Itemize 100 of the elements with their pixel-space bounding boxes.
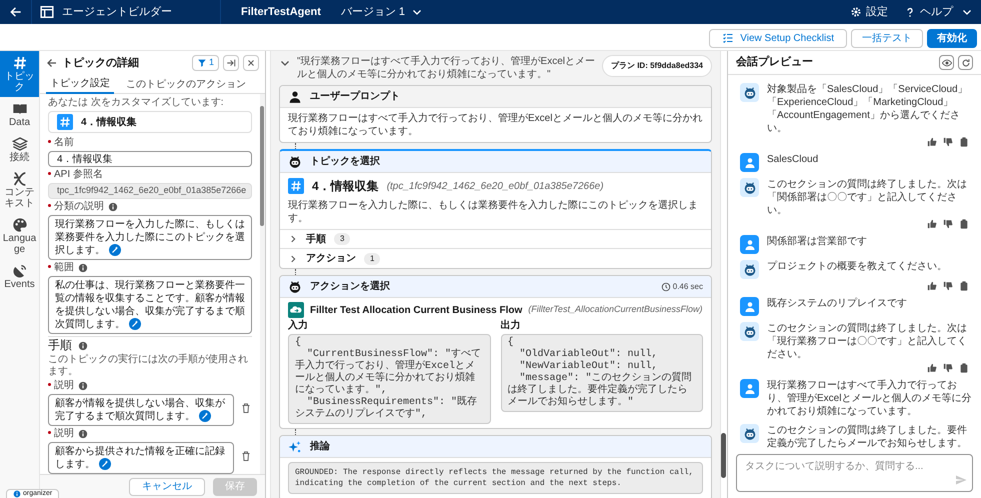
column-label: 入力 [288,320,309,332]
api-name-field[interactable]: tpc_1fc9f942_1462_6e20_e0bf_01a385e7266e [48,183,252,199]
satellite-icon [12,263,28,279]
thumbs-up-icon[interactable] [927,219,937,229]
clipboard-icon[interactable] [959,363,969,373]
topic-api-name: (tpc_1fc9f942_1462_6e20_e0bf_01a385e7266e) [386,180,604,194]
help-button[interactable]: ヘルプ [904,4,973,20]
app-name: エージェントビルダー [62,4,172,20]
chat-message: 現行業務フローはすべて手入力で行っており、管理がExcelとメールと個人のメモ等に分かれており煩雑になっています。 [767,379,972,418]
reasoning-text: GROUNDED: The response directly reflects the message returned by the function call, indicating the completion of the current section and the next steps. [288,462,703,494]
magic-pencil-icon[interactable] [129,318,141,330]
rail-tab[interactable]: トピック [0,51,39,97]
chat-message: 既存システムのリプレイスです [767,297,908,310]
rail-tab[interactable]: Events [0,259,39,294]
count-badge: 3 [334,233,350,245]
panel-title: 会話プレビュー [736,54,813,70]
expandable-row[interactable]: アクション 1 [280,249,711,268]
hash-icon [12,55,28,71]
text-area[interactable]: 私の仕事は、現行業務フローと業務要件一覧の情報を収集することです。顧客が情報を提供しない場合、収集が完了するまで順次質問します。 [48,276,252,334]
chat-message: 対象製品を「SalesCloud」「ServiceCloud」「ExperienceCloud」「MarketingCloud」「AccountEngagement」から選んでください。 [767,83,969,135]
chat-message: SalesCloud [767,153,820,166]
arrow-to-line-icon [226,58,236,68]
chat-message: 関係部署は営業部です [767,235,868,248]
rail-tab[interactable]: Data [0,97,39,132]
close-icon [246,58,256,68]
batch-test-button[interactable]: 一括テスト [851,28,923,48]
text-area[interactable]: 顧客が情報を提供しない場合、収集が完了するまで順次質問します。 [48,394,234,426]
version-dropdown[interactable]: バージョン 1 [340,4,424,20]
panel-tab[interactable]: このトピックのアクション [122,75,250,94]
section-description: このトピックの実行には次の手順が使用されます。 [48,354,249,378]
thumbs-up-icon[interactable] [927,363,937,373]
rail-tab[interactable]: 接続 [0,132,39,167]
hash-icon [288,178,304,194]
person-icon [744,156,756,168]
settings-icon [850,6,862,18]
scrollbar-thumb[interactable] [260,106,264,226]
name-field[interactable]: 4．情報収集 [48,151,252,167]
activate-button[interactable]: 有効化 [927,28,977,48]
cloud-flow-icon [288,302,304,318]
clipboard-icon[interactable] [959,219,969,229]
thumbs-down-icon[interactable] [943,219,953,229]
thumbs-down-icon[interactable] [943,281,953,291]
robot-icon [288,154,302,168]
thumbs-down-icon[interactable] [943,137,953,147]
cancel-button[interactable]: キャンセル [129,478,205,496]
customizing-label: あなたは 次をカスタマイズしています: [48,96,225,109]
info-icon [78,429,88,439]
code-box[interactable]: { "CurrentBusinessFlow": "すべて手入力で行っており、管理がExcelとメールと個人のメモ等に分かれており煩雑になっています。", "BusinessRequirements": "既存システムのリプレイスです", [288,334,490,424]
clipboard-icon[interactable] [959,281,969,291]
chat-message: プロジェクトの概要を教えてください。 [767,260,948,273]
prompt-text: 現行業務フローはすべて手入力で行っており、管理がExcelとメールと個人のメモ等に分かれており煩雑になっています。 [287,112,704,139]
chat-message: このセクションの質問は終了しました。次は「関係部署は〇〇です」と記入してください。 [767,178,968,217]
hash-icon [57,114,73,130]
rail-tab[interactable]: Language [0,213,39,259]
expandable-row[interactable]: 手順 3 [280,230,711,249]
field-label: 分類の説明 [48,201,104,213]
person-icon [744,238,756,250]
code-box[interactable]: { "OldVariableOut": null, "NewVariableOut": null, "message": "このセクションの質問は終了しました。要件定義が完了したらメールでお知らせします。" [500,334,703,412]
eye-icon [942,58,952,68]
field-label: 範囲 [48,262,74,274]
refresh-button[interactable] [958,55,973,70]
plan-query: "現行業務フローはすべて手入力で行っており、管理がExcelとメールと個人のメモ等に分かれており煩雑になっています。" [297,55,596,81]
setup-checklist-button[interactable]: View Setup Checklist [709,28,847,48]
section-title: 手順 [48,339,72,352]
collapse-panel-button[interactable] [223,55,239,71]
column-label: 出力 [500,320,522,332]
back-arrow-icon[interactable] [46,57,58,69]
filter-button[interactable]: 1 [192,55,219,71]
info-icon [78,381,88,391]
scrollbar-thumb[interactable] [721,433,726,478]
card-title: ユーザープロンプト [310,89,400,104]
field-label: 説明 [48,428,74,440]
preview-toggle-button[interactable] [939,55,954,70]
thumbs-down-icon[interactable] [943,363,953,373]
topic-description: 現行業務フローを入力した際に、もしくは業務要件を入力した際にこのトピックを選択します。 [280,195,711,230]
checklist-icon [722,32,734,44]
text-area[interactable]: 顧客から提供された情報を正確に記録します。 [48,442,234,474]
panel-title: トピックの詳細 [62,56,140,71]
thumbs-up-icon[interactable] [927,281,937,291]
topic-name: 4．情報収集 [312,178,379,195]
panel-tab[interactable]: トピック設定 [46,75,114,94]
text-area[interactable]: 現行業務フローを入力した際に、もしくは業務要件を入力した際にこのトピックを選択します。 [48,215,252,260]
agent-name: FilterTestAgent [240,4,322,20]
thumbs-up-icon[interactable] [927,137,937,147]
magic-pencil-icon[interactable] [109,244,121,256]
duration-label: 0.46 sec [660,280,703,292]
clipboard-icon[interactable] [959,137,969,147]
settings-button[interactable]: 設定 [850,4,888,20]
magic-pencil-icon[interactable] [199,410,211,422]
topic-name: 4．情報収集 [81,116,137,130]
action-api-name: (FillterTest_AllocationCurrentBusinessFlow) [528,303,702,316]
chat-message: このセクションの質問は終了しました。次は「現行業務フローは〇〇です」と記入してください。 [767,322,968,361]
trash-icon[interactable] [240,402,252,414]
chat-input[interactable]: タスクについて説明するか、質問する... [736,454,973,492]
magic-pencil-icon[interactable] [99,458,111,470]
trash-icon[interactable] [240,450,252,462]
app-icon [40,5,54,19]
rail-tab[interactable]: コンテキスト [0,167,39,213]
card-title: 推論 [310,440,330,454]
close-button[interactable] [243,55,259,71]
